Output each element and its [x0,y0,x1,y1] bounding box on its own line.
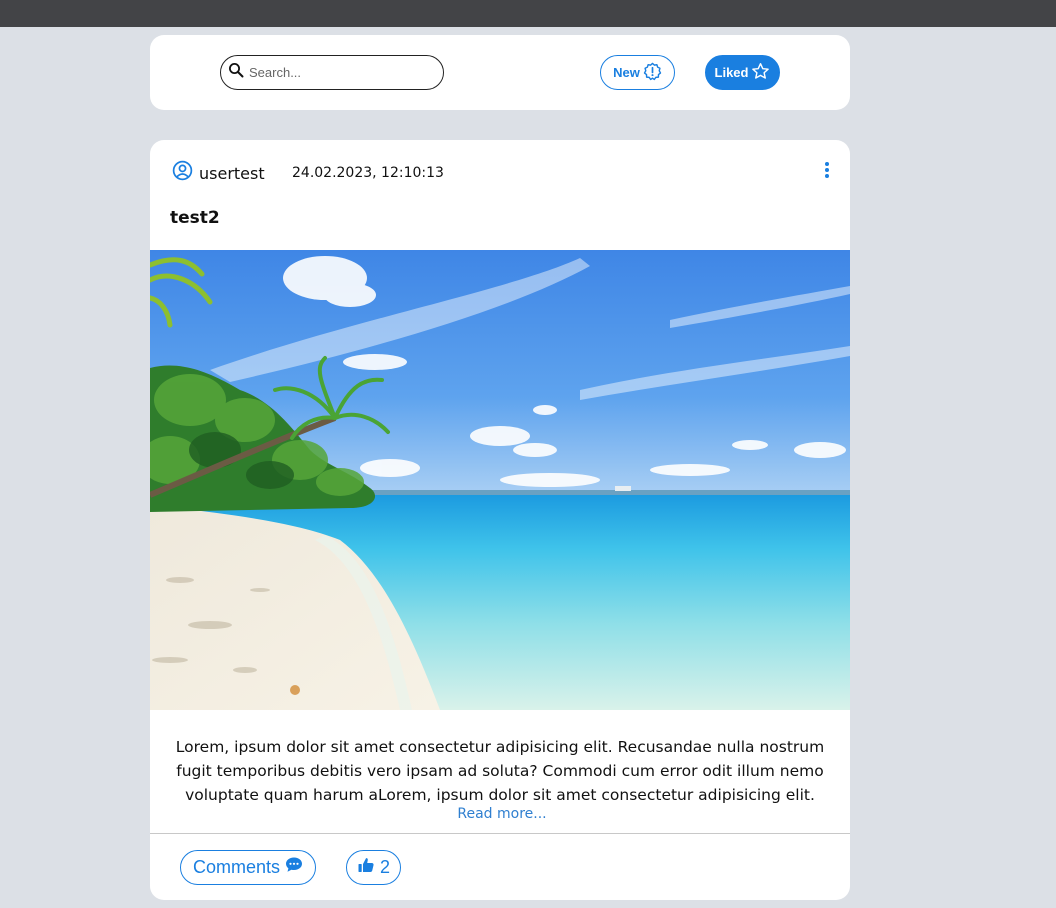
post-username: usertest [199,163,265,183]
new-badge-icon [643,62,662,84]
new-filter-button[interactable]: New [600,55,675,90]
search-icon [228,62,244,83]
comments-button-label: Comments [192,857,281,877]
liked-button-label: Liked [714,65,749,80]
star-icon [751,62,770,84]
post-timestamp: 24.02.2023, 12:10:13 [292,165,444,181]
post-image [150,250,850,710]
liked-filter-button[interactable]: Liked [705,55,780,90]
header-bar: New Liked [150,35,850,110]
search-box[interactable] [220,55,444,90]
like-count: 2 [379,857,390,877]
kebab-menu-icon[interactable] [820,160,834,180]
read-more-link[interactable]: Read more... [150,806,850,822]
comments-button[interactable]: Comments [180,850,316,885]
post-body: Lorem, ipsum dolor sit amet consectetur … [175,738,825,804]
post-divider [150,833,850,834]
search-input[interactable] [249,65,429,80]
chat-bubble-icon [285,856,303,879]
thumbs-up-icon [357,856,375,879]
post-card: usertest 24.02.2023, 12:10:13 test2 Lore… [150,140,850,900]
like-button[interactable]: 2 [346,850,401,885]
user-circle-icon [172,160,193,186]
new-button-label: New [613,65,640,80]
browser-top-bar [0,0,1056,27]
post-title: test2 [170,208,220,228]
post-author[interactable]: usertest [172,160,265,186]
